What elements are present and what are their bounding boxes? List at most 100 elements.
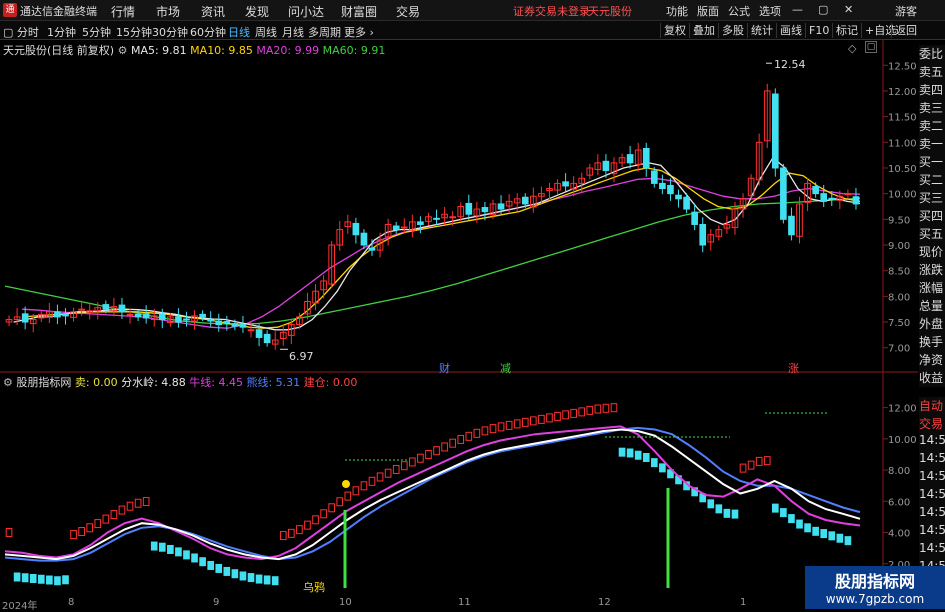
candle-body — [223, 321, 231, 324]
candle-body — [626, 154, 634, 164]
menu-item-function[interactable]: 功能 — [666, 3, 688, 19]
indicator-block — [175, 547, 182, 557]
indicator-block — [288, 528, 295, 538]
menu-item-options[interactable]: 选项 — [759, 3, 781, 19]
event-marker-reduce[interactable]: 减 — [500, 360, 511, 376]
side-panel-label[interactable]: 14:56 — [919, 485, 945, 503]
period-more[interactable]: 更多 › — [344, 24, 374, 40]
indicator-block — [207, 560, 215, 570]
period-weekly[interactable]: 周线 — [255, 24, 277, 40]
xaxis-month: 8 — [68, 597, 75, 608]
side-panel-label[interactable]: 卖三 — [919, 99, 945, 117]
tool-f10[interactable]: F10 — [805, 23, 832, 38]
side-panel-label[interactable]: 收益 — [919, 369, 945, 387]
indicator-block — [46, 575, 53, 585]
candle-body — [255, 329, 263, 338]
indicator-block — [715, 504, 723, 514]
side-panel-label[interactable]: 14:56 — [919, 503, 945, 521]
side-panel-label[interactable]: 总量 — [919, 297, 945, 315]
indicator-axis: 2.004.006.008.0010.0012.00 — [883, 404, 917, 571]
menu-item-trade[interactable]: 交易 — [396, 3, 420, 20]
indicator-block — [659, 463, 666, 473]
side-panel-label[interactable]: 14:56 — [919, 539, 945, 557]
side-panel-label[interactable]: 涨幅 — [919, 279, 945, 297]
indicator-block — [634, 450, 642, 460]
ma10-line — [22, 167, 861, 329]
tool-adjust[interactable]: 复权 — [660, 23, 689, 38]
indicator-block — [433, 446, 440, 456]
indicator-block — [425, 449, 432, 459]
side-panel-label[interactable]: 14:56 — [919, 467, 945, 485]
tool-draw[interactable]: 画线 — [776, 23, 805, 38]
period-monthly[interactable]: 月线 — [282, 24, 304, 40]
side-panel-label[interactable]: 委比 — [919, 45, 945, 63]
high-price-label: 12.54 — [774, 58, 806, 71]
period-daily[interactable]: 日线 — [228, 24, 250, 40]
candle-body — [562, 181, 569, 187]
menu-item-news[interactable]: 资讯 — [201, 3, 225, 20]
period-15min[interactable]: 15分钟 — [116, 24, 152, 40]
trade-login-notice[interactable]: 证券交易未登录 — [513, 3, 590, 19]
menu-item-layout[interactable]: 版面 — [697, 3, 719, 19]
tool-multistock[interactable]: 多股 — [718, 23, 747, 38]
menu-item-discover[interactable]: 发现 — [245, 3, 269, 20]
restore-icon[interactable]: ▢ — [818, 3, 828, 16]
side-panel-label[interactable]: 买二 — [919, 171, 945, 189]
close-icon[interactable]: ✕ — [844, 3, 853, 16]
period-multi[interactable]: 多周期 — [308, 24, 341, 40]
side-panel-label[interactable]: 净资 — [919, 351, 945, 369]
candle-body — [481, 207, 489, 213]
side-panel-label[interactable]: 换手 — [919, 333, 945, 351]
side-panel-label[interactable]: 卖五 — [919, 63, 945, 81]
event-marker-finance[interactable]: 财 — [439, 360, 450, 376]
tool-stats[interactable]: 统计 — [747, 23, 776, 38]
side-panel-label[interactable]: 外盘 — [919, 315, 945, 333]
menu-item-ask[interactable]: 问小达 — [288, 3, 324, 20]
tool-back[interactable]: 返回 — [891, 23, 920, 38]
side-panel-label[interactable]: 卖四 — [919, 81, 945, 99]
menu-bar: 通 通达信金融终端 行情 市场 资讯 发现 问小达 财富圈 交易 证券交易未登录… — [0, 0, 945, 21]
period-timeshare[interactable]: ▢ 分时 — [3, 24, 39, 40]
event-marker-limit-up[interactable]: 涨 — [788, 360, 799, 376]
menu-item-quotes[interactable]: 行情 — [111, 3, 135, 20]
side-panel-label[interactable]: 卖一 — [919, 135, 945, 153]
candle-body — [134, 313, 142, 318]
price-tick-label: 8.50 — [888, 267, 910, 278]
chart-canvas[interactable]: 7.00 7.50 8.00 8.50 9.00 9.50 10.00 10.50 11.00 1… — [0, 40, 918, 597]
indicator-tick-label: 4.00 — [888, 529, 910, 540]
indicator-block — [78, 527, 85, 537]
period-1min[interactable]: 1分钟 — [47, 24, 76, 40]
period-30min[interactable]: 30分钟 — [152, 24, 188, 40]
user-guest[interactable]: 游客 — [895, 3, 917, 19]
price-tick-label: 9.00 — [888, 241, 910, 252]
candle-body — [780, 167, 787, 220]
tool-overlay[interactable]: 叠加 — [689, 23, 718, 38]
side-panel-label[interactable]: 买三 — [919, 189, 945, 207]
indicator-block — [449, 438, 456, 448]
side-panel-label[interactable]: 14:56 — [919, 521, 945, 539]
side-panel-label[interactable]: 买一 — [919, 153, 945, 171]
menu-item-market[interactable]: 市场 — [156, 3, 180, 20]
side-panel-label[interactable]: 买五 — [919, 225, 945, 243]
tool-mark[interactable]: 标记 — [832, 23, 861, 38]
indicator-block — [465, 431, 473, 441]
side-panel-label[interactable]: 卖二 — [919, 117, 945, 135]
side-panel-label[interactable]: 现价 — [919, 243, 945, 261]
candle-body — [158, 313, 166, 320]
side-panel-label[interactable]: 14:56 — [919, 431, 945, 449]
indicator-block — [37, 574, 45, 584]
period-5min[interactable]: 5分钟 — [82, 24, 111, 40]
side-panel-label[interactable]: 买四 — [919, 207, 945, 225]
menu-item-community[interactable]: 财富圈 — [341, 3, 377, 20]
xaxis-month: 1 — [740, 597, 747, 608]
indicator-block — [723, 508, 731, 518]
indicator-block — [70, 530, 77, 540]
indicator-gear-icon[interactable]: ⚙ — [3, 376, 13, 389]
minimize-icon[interactable]: — — [792, 3, 803, 16]
indicator-block — [578, 407, 586, 417]
side-panel-label[interactable]: 14:56 — [919, 449, 945, 467]
menu-item-formula[interactable]: 公式 — [728, 3, 750, 19]
side-panel-label[interactable]: 自动 — [919, 397, 945, 415]
side-panel-label[interactable]: 涨跌 — [919, 261, 945, 279]
period-60min[interactable]: 60分钟 — [190, 24, 226, 40]
